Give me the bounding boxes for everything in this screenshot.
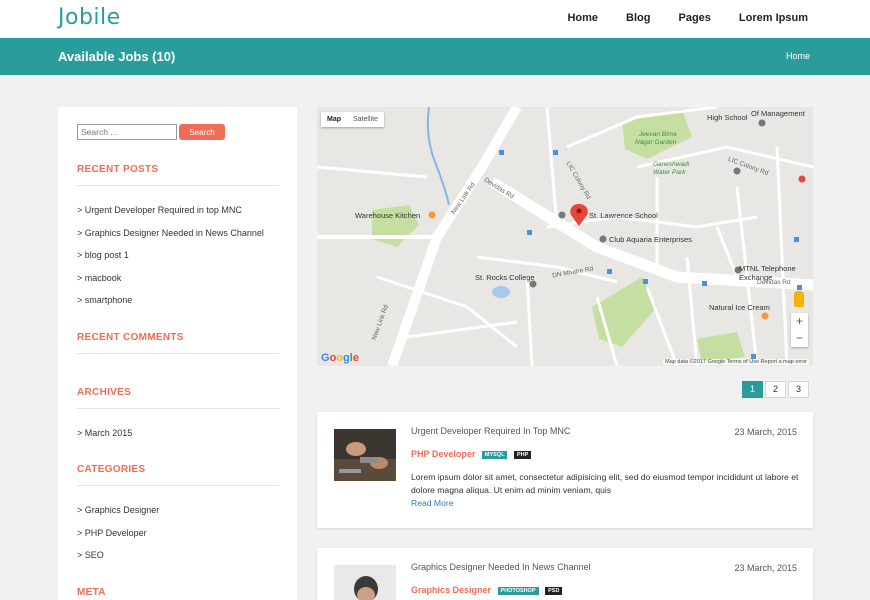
page-3-button[interactable]: 3 [788, 381, 809, 398]
google-logo-letter: g [343, 352, 350, 364]
job-role-label[interactable]: PHP Developer [411, 449, 475, 459]
job-title[interactable]: Urgent Developer Required In Top MNC [411, 426, 570, 436]
top-navbar: Jobile Home Blog Pages Lorem Ipsum [0, 0, 870, 38]
recent-post-item[interactable]: > Urgent Developer Required in top MNC [77, 205, 264, 228]
map-place-label: Natural Ice Cream [709, 303, 770, 312]
job-role: PHP Developer MYSQL PHP [411, 449, 532, 459]
map-place-label: Of Management [751, 109, 805, 118]
job-thumbnail[interactable] [334, 429, 396, 481]
location-map[interactable]: Map Satellite St. Lawrence School Club A… [317, 107, 813, 366]
recent-post-item[interactable]: > macbook [77, 273, 264, 296]
divider [77, 185, 279, 186]
site-logo[interactable]: Jobile [58, 5, 121, 30]
pagination: 1 2 3 [742, 381, 809, 398]
divider [77, 485, 279, 486]
map-place-label: High School [707, 113, 748, 122]
map-place-label: St. Rocks College [475, 273, 535, 282]
job-card: Urgent Developer Required In Top MNC 23 … [317, 412, 813, 528]
map-view-button[interactable]: Map [321, 112, 347, 127]
skill-tag: PHOTOSHOP [497, 587, 539, 595]
skill-tag: MYSQL [481, 451, 508, 459]
nav-item-lorem-ipsum[interactable]: Lorem Ipsum [739, 12, 808, 24]
job-date: 23 March, 2015 [734, 563, 797, 573]
recent-post-item[interactable]: > Graphics Designer Needed in News Chann… [77, 228, 264, 251]
map-place-label: Warehouse Kitchen [355, 211, 421, 220]
job-description: Lorem ipsum dolor sit amet, consectetur … [411, 472, 799, 495]
google-logo-letter: e [352, 352, 359, 364]
search-button[interactable]: Search [179, 124, 225, 140]
search-widget: Search [77, 124, 225, 140]
zoom-in-button[interactable]: + [791, 313, 808, 330]
google-logo-letter: G [321, 352, 330, 364]
satellite-view-button[interactable]: Satellite [347, 112, 384, 127]
page-title: Available Jobs (10) [58, 49, 176, 64]
recent-post-item[interactable]: > smartphone [77, 295, 264, 318]
map-attribution[interactable]: Map data ©2017 Google Terms of Use Repor… [663, 359, 809, 365]
zoom-out-button[interactable]: − [791, 330, 808, 347]
job-title[interactable]: Graphics Designer Needed In News Channel [411, 562, 591, 572]
sidebar: Search RECENT POSTS > Urgent Developer R… [58, 107, 297, 600]
archives-heading: ARCHIVES [77, 387, 132, 398]
map-type-toggle: Map Satellite [321, 112, 384, 127]
job-role-label[interactable]: Graphics Designer [411, 585, 491, 595]
job-card: Graphics Designer Needed In News Channel… [317, 548, 813, 600]
divider [77, 353, 279, 354]
map-park-label: Water Park [653, 169, 686, 176]
google-logo: Google [321, 352, 359, 364]
categories-list: > Graphics Designer > PHP Developer > SE… [77, 505, 159, 573]
page-1-button[interactable]: 1 [742, 381, 763, 398]
skill-tag: PHP [513, 451, 532, 459]
job-date: 23 March, 2015 [734, 427, 797, 437]
nav-item-pages[interactable]: Pages [679, 12, 711, 24]
skill-tag: PSD [545, 587, 563, 595]
main-nav: Home Blog Pages Lorem Ipsum [567, 12, 808, 24]
page-2-button[interactable]: 2 [765, 381, 786, 398]
map-place-label: Club Aquaria Enterprises [609, 235, 692, 244]
category-item[interactable]: > SEO [77, 550, 159, 573]
archive-item[interactable]: > March 2015 [77, 428, 132, 451]
divider [77, 408, 279, 409]
nav-item-blog[interactable]: Blog [626, 12, 650, 24]
page-banner: Available Jobs (10) Home [0, 38, 870, 75]
job-role: Graphics Designer PHOTOSHOP PSD [411, 585, 563, 595]
map-park-label: Nagar Garden [635, 139, 677, 146]
street-view-pegman-icon[interactable] [794, 291, 804, 307]
zoom-control: + − [791, 313, 808, 347]
nav-item-home[interactable]: Home [567, 12, 598, 24]
category-item[interactable]: > PHP Developer [77, 528, 159, 551]
category-item[interactable]: > Graphics Designer [77, 505, 159, 528]
map-canvas [317, 107, 813, 366]
read-more-link[interactable]: Read More [411, 498, 454, 508]
recent-comments-heading: RECENT COMMENTS [77, 332, 184, 343]
archives-list: > March 2015 [77, 428, 132, 451]
map-park-label: Ganeshwadi [653, 161, 690, 168]
job-thumbnail[interactable] [334, 565, 396, 600]
recent-posts-heading: RECENT POSTS [77, 164, 159, 175]
recent-posts-list: > Urgent Developer Required in top MNC >… [77, 205, 264, 318]
map-place-label: MTNL Telephone [739, 264, 796, 273]
map-place-label: St. Lawrence School [589, 211, 658, 220]
recent-post-item[interactable]: > blog post 1 [77, 250, 264, 273]
map-road-label: Devidas Rd [757, 279, 791, 286]
categories-heading: CATEGORIES [77, 464, 146, 475]
map-park-label: Jeevan Bima [639, 131, 677, 138]
breadcrumb-home[interactable]: Home [786, 51, 810, 61]
search-input[interactable] [77, 124, 177, 140]
meta-heading: META [77, 587, 106, 598]
